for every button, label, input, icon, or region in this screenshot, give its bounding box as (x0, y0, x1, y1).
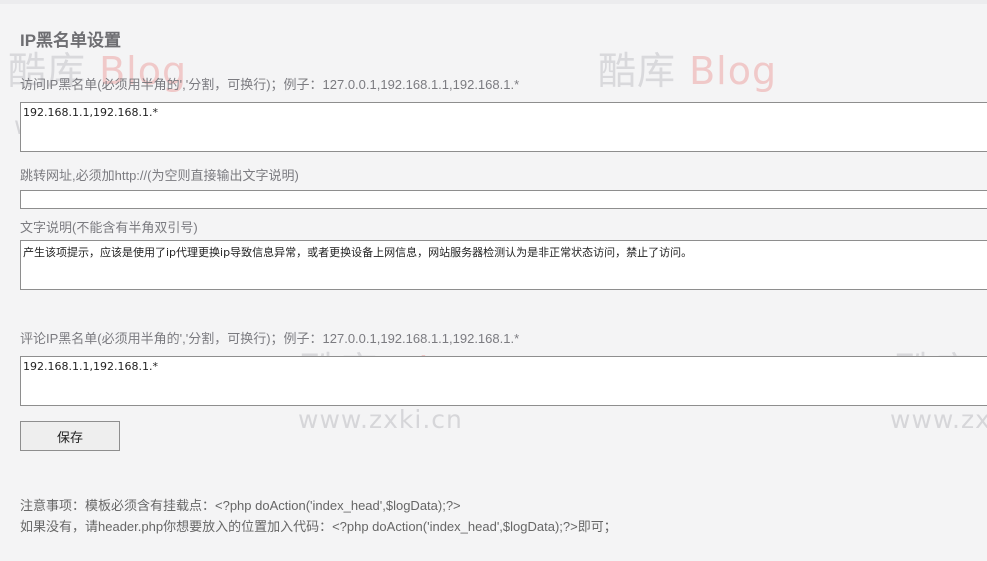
watermark-logo: 酷库 Blog (598, 49, 778, 93)
visit-blacklist-label: 访问IP黑名单(必须用半角的','分割，可换行)；例子：127.0.0.1,19… (20, 77, 520, 92)
comment-blacklist-textarea[interactable]: 192.168.1.1,192.168.1.* (20, 356, 987, 406)
page-title: IP黑名单设置 (20, 31, 122, 50)
comment-blacklist-label: 评论IP黑名单(必须用半角的','分割，可换行)；例子：127.0.0.1,19… (20, 331, 520, 346)
watermark-url: www.zxki.cn (890, 405, 987, 434)
visit-blacklist-textarea[interactable]: 192.168.1.1,192.168.1.* (20, 102, 987, 152)
message-label: 文字说明(不能含有半角双引号) (20, 220, 198, 235)
redirect-url-input[interactable] (20, 190, 987, 209)
notice-line-1: 注意事项：模板必须含有挂载点：<?php doAction('index_hea… (20, 498, 461, 513)
message-textarea[interactable]: 产生该项提示，应该是使用了ip代理更换ip导致信息异常，或者更换设备上网信息，网… (20, 240, 987, 290)
redirect-url-label: 跳转网址,必须加http://(为空则直接输出文字说明) (20, 168, 299, 183)
watermark-url: www.zxki.cn (298, 405, 463, 434)
notice-line-2: 如果没有，请header.php你想要放入的位置加入代码：<?php doAct… (20, 519, 617, 534)
top-divider (0, 0, 987, 4)
save-button[interactable]: 保存 (20, 421, 120, 451)
